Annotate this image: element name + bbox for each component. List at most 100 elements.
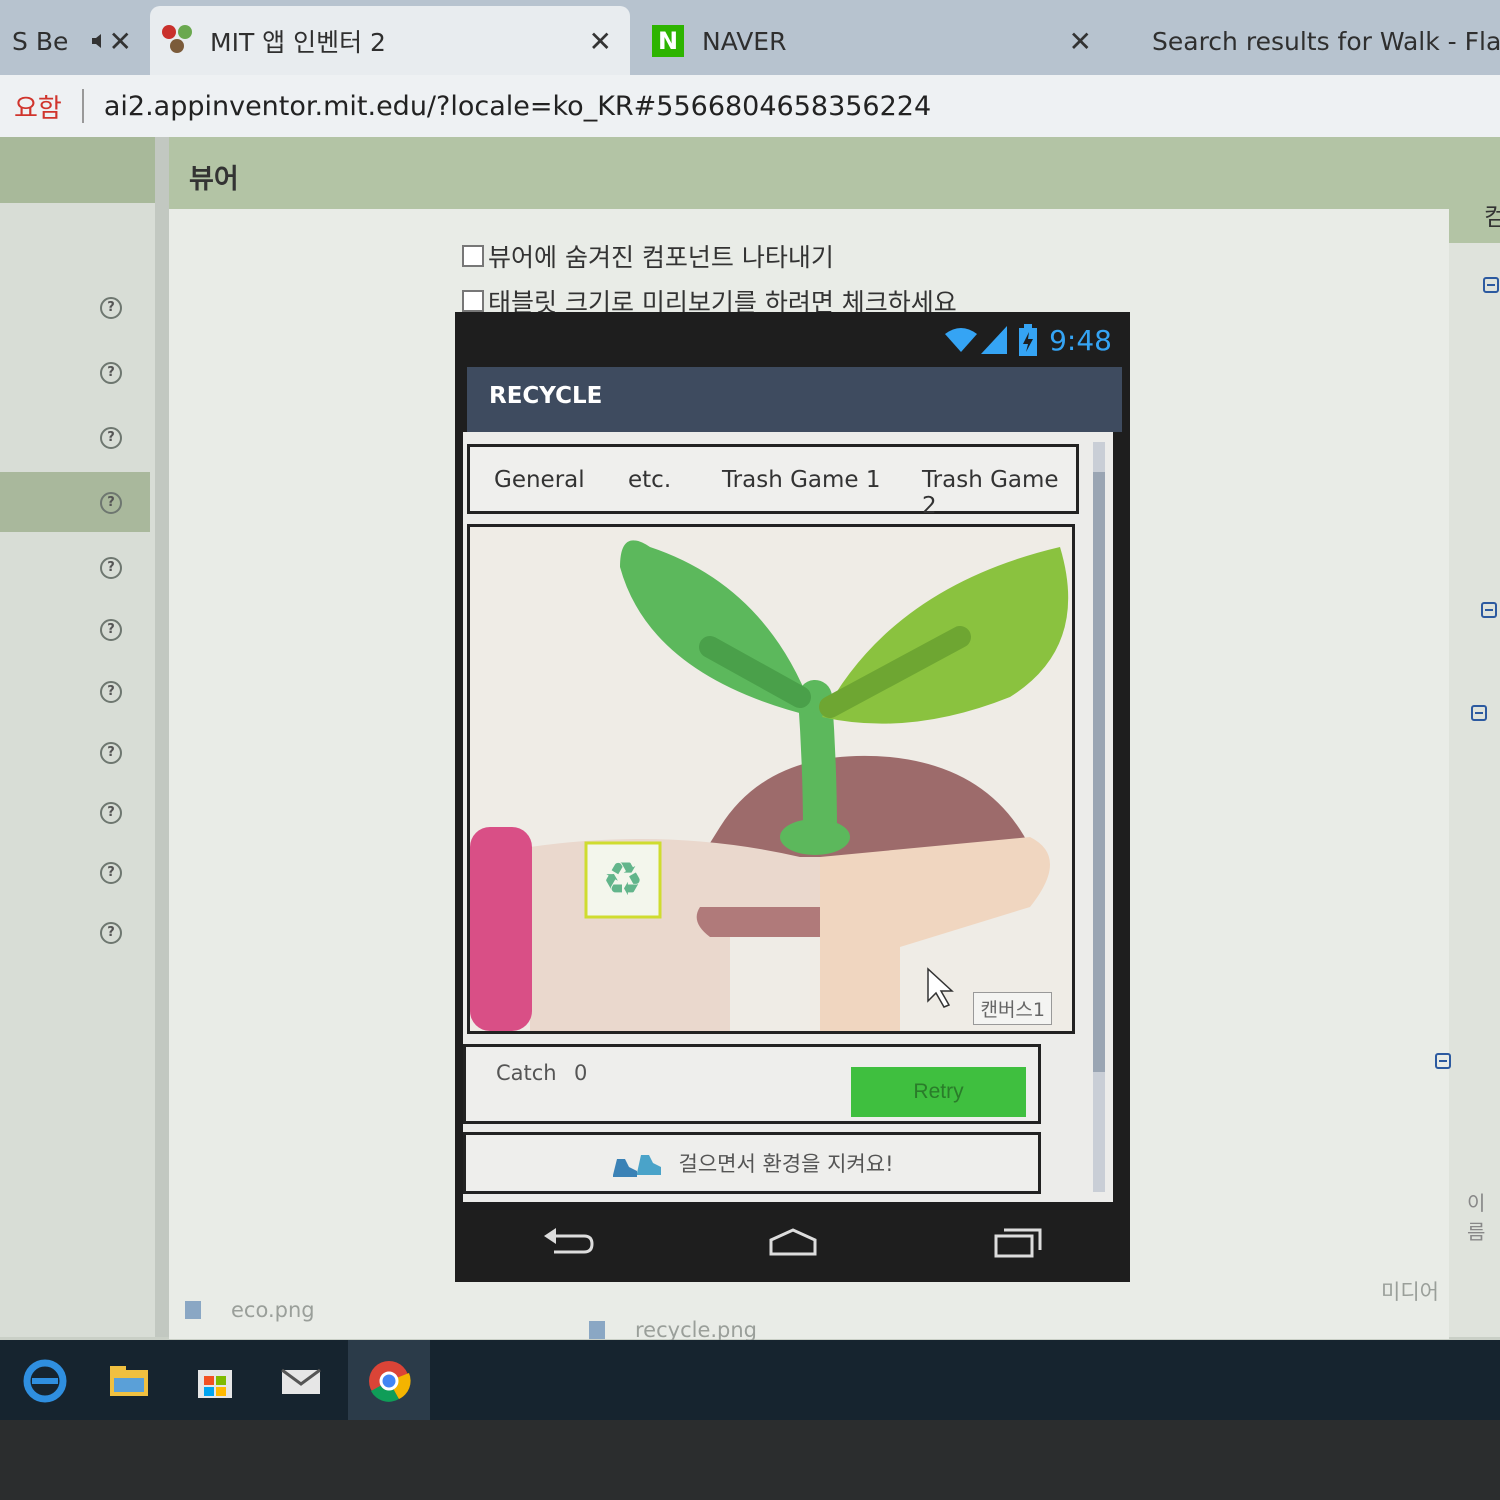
app-screen: General etc. Trash Game 1 Trash Game 2 ♻…	[463, 432, 1113, 1202]
palette-item[interactable]: ?	[0, 277, 150, 337]
sneakers-icon	[612, 1155, 661, 1177]
eco-background-image: ♻	[470, 527, 1072, 1031]
catch-label: Catch	[496, 1061, 557, 1085]
security-note: 요함	[14, 93, 62, 124]
palette-item[interactable]: ?	[0, 537, 150, 597]
tab-title: NAVER	[702, 26, 787, 56]
mail-icon[interactable]	[278, 1358, 324, 1404]
tab-trash-game-1[interactable]: Trash Game 1	[722, 467, 881, 493]
close-tab-icon[interactable]: ✕	[1069, 25, 1092, 58]
walk-message: 걸으면서 환경을 지켜요!	[678, 1152, 894, 1176]
app-inventor-icon	[162, 25, 194, 57]
home-icon[interactable]	[765, 1226, 821, 1258]
screen-title-bar: RECYCLE	[467, 367, 1122, 432]
recent-apps-icon[interactable]	[990, 1226, 1046, 1258]
palette-item[interactable]: ?	[0, 842, 150, 902]
help-icon[interactable]: ?	[100, 297, 122, 319]
palette-item[interactable]: ?	[0, 902, 150, 962]
palette-item[interactable]: ?	[0, 342, 150, 402]
help-icon[interactable]: ?	[100, 862, 122, 884]
image-file-icon	[589, 1321, 605, 1339]
palette-item-selected[interactable]: ?	[0, 472, 150, 532]
wifi-icon	[945, 328, 977, 352]
checkbox[interactable]	[462, 245, 484, 267]
palette-item[interactable]: ?	[0, 722, 150, 782]
palette-item[interactable]: ?	[0, 599, 150, 659]
help-icon[interactable]: ?	[100, 742, 122, 764]
monitor-bezel	[0, 1420, 1500, 1500]
collapse-icon[interactable]	[1435, 1053, 1451, 1069]
scroll-thumb[interactable]	[1093, 472, 1105, 1072]
battery-icon	[1019, 324, 1037, 356]
status-bar: 9:48	[455, 312, 1130, 367]
browser-tab-partial[interactable]: S Be ✕	[0, 6, 150, 76]
phone-preview: 9:48 RECYCLE General etc. Trash Game 1 T…	[455, 312, 1130, 1282]
help-icon[interactable]: ?	[100, 427, 122, 449]
edge-browser-icon[interactable]	[22, 1358, 68, 1404]
help-icon[interactable]: ?	[100, 681, 122, 703]
components-panel: 컴 이름	[1435, 137, 1500, 1337]
help-icon[interactable]: ?	[100, 492, 122, 514]
media-list: eco.png recycle.png 미디어	[169, 1280, 1449, 1342]
image-file-icon	[185, 1301, 201, 1319]
tab-title: Search results for Walk - Fla	[1152, 26, 1500, 56]
viewer-title: 뷰어	[189, 164, 239, 195]
palette-item[interactable]: ?	[0, 407, 150, 467]
media-panel-label: 미디어	[1381, 1280, 1439, 1304]
help-icon[interactable]: ?	[100, 557, 122, 579]
palette-item[interactable]: ?	[0, 782, 150, 842]
checkbox[interactable]	[462, 290, 484, 312]
show-hidden-components-option[interactable]: 뷰어에 숨겨진 컴포넌트 나타내기	[462, 238, 834, 274]
media-file-eco[interactable]: eco.png	[185, 1298, 315, 1322]
android-nav-bar	[455, 1202, 1130, 1282]
url-text[interactable]: ai2.appinventor.mit.edu/?locale=ko_KR#55…	[104, 91, 931, 122]
back-icon[interactable]	[540, 1226, 596, 1258]
file-explorer-icon[interactable]	[106, 1358, 152, 1404]
canvas-name-label: 캔버스1	[973, 992, 1052, 1025]
signal-icon	[981, 326, 1007, 354]
browser-tab-search[interactable]: Search results for Walk - Fla	[1120, 6, 1500, 76]
collapse-icon[interactable]	[1471, 705, 1487, 721]
media-file-name: eco.png	[231, 1298, 315, 1322]
help-icon[interactable]: ?	[100, 802, 122, 824]
chrome-icon[interactable]	[366, 1358, 412, 1404]
browser-tab-naver[interactable]: N NAVER ✕	[640, 6, 1110, 76]
collapse-icon[interactable]	[1483, 277, 1499, 293]
game-canvas[interactable]: ♻ 캔버스1	[467, 524, 1075, 1034]
help-icon[interactable]: ?	[100, 362, 122, 384]
address-bar[interactable]: 요함 ai2.appinventor.mit.edu/?locale=ko_KR…	[0, 75, 1500, 137]
viewer-header: 뷰어	[169, 137, 1449, 209]
speaker-icon	[92, 34, 102, 48]
close-tab-icon[interactable]: ✕	[589, 25, 612, 58]
close-tab-icon[interactable]: ✕	[109, 25, 132, 58]
walk-message-button[interactable]: 걸으면서 환경을 지켜요!	[463, 1132, 1041, 1194]
windows-taskbar	[0, 1340, 1500, 1420]
naver-icon: N	[652, 25, 684, 57]
panel-divider	[155, 137, 169, 1337]
tab-general[interactable]: General	[494, 467, 585, 493]
recycle-sprite[interactable]: ♻	[584, 841, 662, 919]
screen-scrollbar[interactable]	[1093, 442, 1105, 1192]
palette-header	[0, 137, 155, 203]
tab-trash-game-2[interactable]: Trash Game 2	[922, 467, 1076, 519]
catch-row: Catch 0 Retry	[463, 1044, 1041, 1124]
browser-tab-strip: S Be ✕ MIT 앱 인벤터 2 ✕ N NAVER ✕ Search re…	[0, 0, 1500, 76]
store-icon[interactable]	[192, 1358, 238, 1404]
palette-item[interactable]: ?	[0, 661, 150, 721]
screen-title: RECYCLE	[489, 383, 603, 409]
collapse-icon[interactable]	[1481, 602, 1497, 618]
media-file-name: recycle.png	[635, 1318, 758, 1342]
catch-count: 0	[574, 1061, 588, 1085]
tab-title: S Be	[12, 26, 69, 56]
status-time: 9:48	[1049, 324, 1112, 357]
media-file-recycle[interactable]: recycle.png	[589, 1318, 757, 1342]
help-icon[interactable]: ?	[100, 922, 122, 944]
tab-title: MIT 앱 인벤터 2	[210, 28, 386, 57]
tab-buttons-row: General etc. Trash Game 1 Trash Game 2	[467, 444, 1079, 519]
help-icon[interactable]: ?	[100, 619, 122, 641]
browser-tab-app-inventor[interactable]: MIT 앱 인벤터 2 ✕	[150, 6, 630, 76]
tab-etc[interactable]: etc.	[628, 467, 671, 493]
retry-button[interactable]: Retry	[851, 1067, 1026, 1117]
checkbox-label: 뷰어에 숨겨진 컴포넌트 나타내기	[488, 243, 834, 272]
rename-label-partial: 이름	[1467, 1191, 1486, 1244]
